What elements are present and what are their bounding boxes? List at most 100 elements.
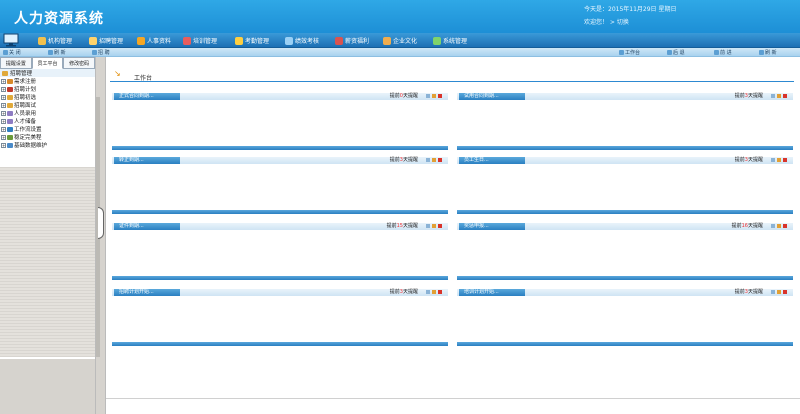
panel-remind: 提前3天提醒 (734, 93, 763, 99)
tree-item[interactable]: + 招聘面试 (0, 101, 95, 109)
reminder-panel: 试用合同到期... 提前3天提醒 (457, 93, 793, 153)
tree-item[interactable]: + 招聘初选 (0, 93, 95, 101)
edit-icon[interactable] (777, 94, 781, 98)
refresh-icon[interactable] (771, 224, 775, 228)
forward-icon (714, 50, 719, 55)
nav-item-8[interactable]: 系统管理 (433, 35, 467, 46)
reminder-panel: 招聘计划开始... 提前3天提醒 (112, 289, 448, 349)
sidebar-splitter[interactable] (95, 57, 106, 414)
nav-item-3[interactable]: 培训管理 (183, 35, 217, 46)
edit-icon[interactable] (432, 94, 436, 98)
nav-item-6[interactable]: 薪资福利 (335, 35, 369, 46)
back-button[interactable]: 后 退 (667, 49, 685, 56)
panel-footer (457, 342, 793, 346)
refresh-icon[interactable] (426, 224, 430, 228)
close-icon[interactable] (783, 290, 787, 294)
tree-item[interactable]: + 工作流设置 (0, 125, 95, 133)
nav-item-2[interactable]: 人事资料 (137, 35, 171, 46)
culture-icon (383, 36, 391, 45)
tab-employee-platform[interactable]: 员工平台 (31, 57, 64, 69)
refresh-icon[interactable] (771, 158, 775, 162)
panel-title[interactable]: 转正到期... (114, 157, 180, 164)
tree-item-label: 工作流设置 (14, 127, 42, 133)
folder-icon (2, 70, 8, 76)
panel-header: 奖惩申报... 提前16天提醒 (457, 223, 793, 230)
refresh-icon[interactable] (426, 290, 430, 294)
app-window: 人力资源系统 今天是：2015年11月29日 星期日 欢迎您！ > 切换 机构管… (0, 0, 800, 414)
module-icon (92, 50, 97, 55)
panel-footer (112, 342, 448, 346)
close-icon[interactable] (783, 224, 787, 228)
expand-icon[interactable]: + (1, 86, 6, 92)
refresh-icon[interactable] (426, 94, 430, 98)
panel-title[interactable]: 正式合同到期... (114, 93, 180, 100)
tab-remind-settings[interactable]: 提醒设置 (0, 57, 32, 69)
refresh-right-button[interactable]: 刷 新 (759, 49, 777, 56)
panel-title[interactable]: 奖惩申报... (459, 223, 525, 230)
tree-item[interactable]: + 基础数据维护 (0, 141, 95, 149)
edit-icon[interactable] (777, 158, 781, 162)
reminder-panel: 培训计划开始... 提前3天提醒 (457, 289, 793, 349)
expand-icon[interactable]: + (1, 134, 6, 140)
refresh-left-button[interactable]: 刷 新 (48, 49, 66, 56)
close-icon[interactable] (438, 94, 442, 98)
header: 人力资源系统 今天是：2015年11月29日 星期日 欢迎您！ > 切换 (0, 0, 800, 33)
panel-header: 证件到期... 提前15天提醒 (112, 223, 448, 230)
edit-icon[interactable] (432, 158, 436, 162)
workbench-button[interactable]: 工作台 (619, 49, 640, 56)
tree-item[interactable]: + 招聘计划 (0, 85, 95, 93)
edit-icon[interactable] (432, 224, 436, 228)
panel-controls (426, 94, 442, 99)
panel-title[interactable]: 招聘计划开始... (114, 289, 180, 296)
expand-icon[interactable]: + (1, 126, 6, 132)
building-icon (38, 36, 46, 45)
edit-icon[interactable] (432, 290, 436, 294)
expand-icon[interactable]: + (1, 94, 6, 100)
close-button[interactable]: 关 闭 (3, 49, 21, 56)
tree-root[interactable]: 招聘管理 (0, 69, 95, 77)
refresh-icon[interactable] (771, 94, 775, 98)
close-icon[interactable] (438, 158, 442, 162)
home-icon (619, 50, 624, 55)
edit-icon[interactable] (777, 224, 781, 228)
close-icon[interactable] (783, 94, 787, 98)
sidebar-footer (0, 359, 95, 414)
reminder-panel: 奖惩申报... 提前16天提醒 (457, 223, 793, 283)
money-icon (335, 36, 343, 45)
expand-icon[interactable]: + (1, 142, 6, 148)
edit-icon[interactable] (777, 290, 781, 294)
refresh-icon (48, 50, 53, 55)
expand-icon[interactable]: + (1, 118, 6, 124)
nav-item-1[interactable]: 招聘管理 (89, 35, 123, 46)
panel-title[interactable]: 证件到期... (114, 223, 180, 230)
nav-item-4[interactable]: 考勤管理 (235, 35, 269, 46)
people-icon (137, 36, 145, 45)
panel-title[interactable]: 员工生日... (459, 157, 525, 164)
nav-item-7[interactable]: 企业文化 (383, 35, 417, 46)
refresh-icon[interactable] (426, 158, 430, 162)
welcome-text[interactable]: 欢迎您！ > 切换 (584, 17, 629, 26)
tree-item[interactable]: + 需求注册 (0, 77, 95, 85)
panel-title[interactable]: 培训计划开始... (459, 289, 525, 296)
panel-remind: 提前0天提醒 (389, 93, 418, 99)
tab-change-password[interactable]: 修改密码 (63, 57, 96, 69)
reminder-panel: 转正到期... 提前3天提醒 (112, 157, 448, 217)
tree-item-label: 招聘计划 (14, 87, 37, 93)
close-icon[interactable] (783, 158, 787, 162)
expand-icon[interactable]: + (1, 102, 6, 108)
tree-item[interactable]: + 人员录用 (0, 109, 95, 117)
panel-title[interactable]: 试用合同到期... (459, 93, 525, 100)
nav-item-0[interactable]: 机构管理 (38, 35, 72, 46)
close-icon[interactable] (438, 224, 442, 228)
tree-item[interactable]: + 稳定完美程 (0, 133, 95, 141)
close-icon[interactable] (438, 290, 442, 294)
sidebar: 提醒设置 员工平台 修改密码 招聘管理 + 需求注册 + 招聘计划 + 招聘初选 + 招聘面试… (0, 57, 99, 414)
expand-icon[interactable]: + (1, 78, 6, 84)
forward-button[interactable]: 前 进 (714, 49, 732, 56)
nav-item-label: 人事资料 (147, 38, 172, 45)
expand-icon[interactable]: + (1, 110, 6, 116)
tree-item[interactable]: + 人才储备 (0, 117, 95, 125)
collapse-handle[interactable] (98, 207, 104, 239)
refresh-icon[interactable] (771, 290, 775, 294)
nav-item-5[interactable]: 绩效考核 (285, 35, 319, 46)
